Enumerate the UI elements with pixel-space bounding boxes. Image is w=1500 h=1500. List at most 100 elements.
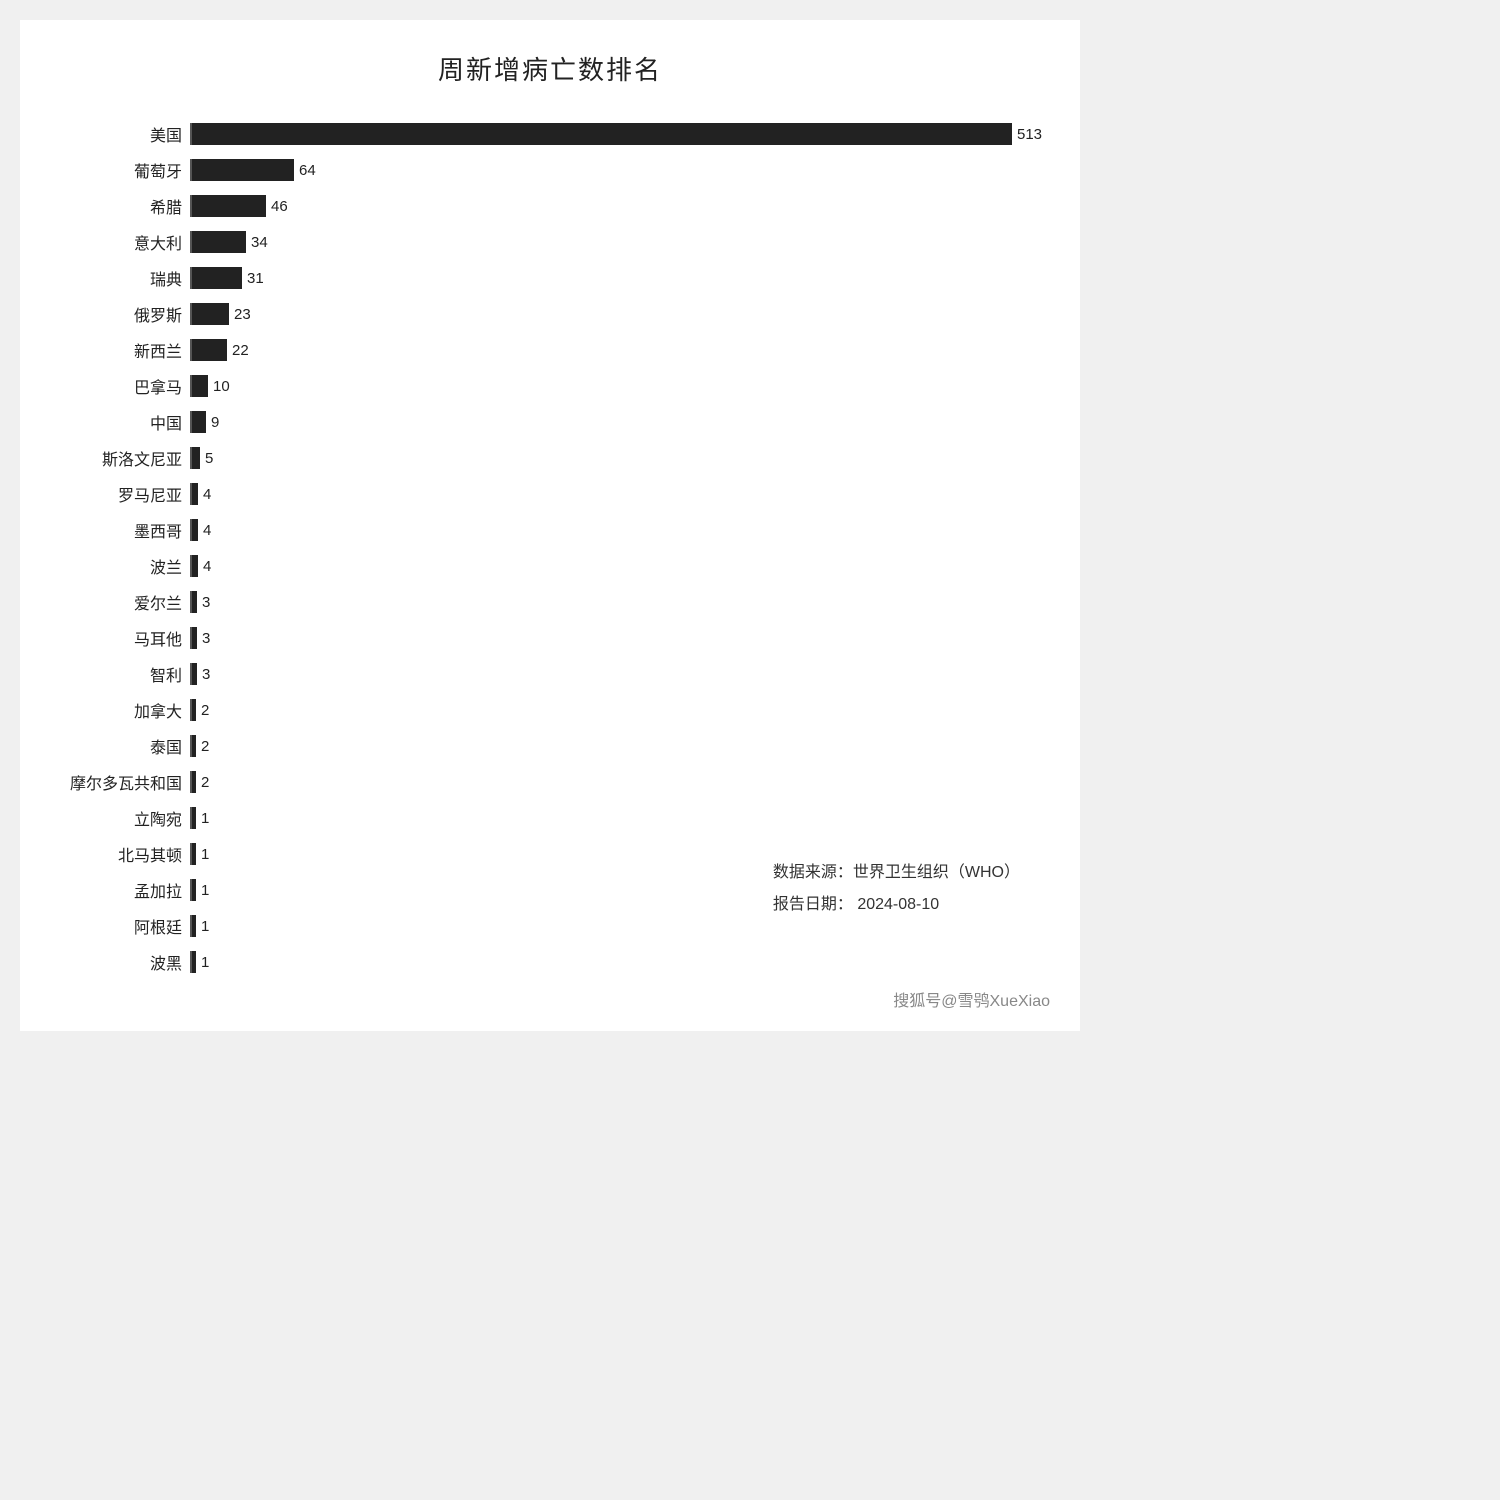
bar-value-label: 1 — [201, 810, 209, 827]
bar-fill — [192, 699, 196, 721]
bar-value-label: 2 — [201, 774, 209, 791]
chart-area: 美国513葡萄牙64希腊46意大利34瑞典31俄罗斯23新西兰22巴拿马10中国… — [60, 117, 1040, 981]
bar-fill — [192, 231, 246, 253]
bar-fill — [192, 303, 229, 325]
bar-track: 1 — [192, 807, 1040, 829]
bar-row: 立陶宛1 — [60, 801, 1040, 835]
country-label: 墨西哥 — [60, 518, 190, 542]
bar-value-label: 2 — [201, 702, 209, 719]
bar-value-label: 513 — [1017, 126, 1042, 143]
bar-fill — [192, 663, 197, 685]
bar-value-label: 46 — [271, 198, 288, 215]
bar-fill — [192, 123, 1012, 145]
country-label: 孟加拉 — [60, 878, 190, 902]
bar-track: 4 — [192, 483, 1040, 505]
country-label: 阿根廷 — [60, 914, 190, 938]
bar-row: 智利3 — [60, 657, 1040, 691]
bar-row: 中国 9 — [60, 405, 1040, 439]
bar-value-label: 4 — [203, 558, 211, 575]
country-label: 罗马尼亚 — [60, 482, 190, 506]
bar-fill — [192, 267, 242, 289]
country-label: 爱尔兰 — [60, 590, 190, 614]
bar-track: 31 — [192, 267, 1040, 289]
source-label1: 数据来源：世界卫生组织（WHO） — [773, 857, 1020, 889]
country-label: 中国 — [60, 410, 190, 434]
bar-fill — [192, 411, 206, 433]
source-label2: 报告日期： 2024-08-10 — [773, 889, 1020, 921]
country-label: 摩尔多瓦共和国 — [60, 770, 190, 794]
bar-track: 64 — [192, 159, 1040, 181]
country-label: 希腊 — [60, 194, 190, 218]
bar-track: 2 — [192, 699, 1040, 721]
bar-track: 513 — [192, 123, 1042, 145]
bar-track: 3 — [192, 627, 1040, 649]
country-label: 瑞典 — [60, 266, 190, 290]
bar-row: 波黑1 — [60, 945, 1040, 979]
country-label: 俄罗斯 — [60, 302, 190, 326]
bar-track: 4 — [192, 519, 1040, 541]
bar-fill — [192, 519, 198, 541]
bar-fill — [192, 879, 196, 901]
country-label: 马耳他 — [60, 626, 190, 650]
bar-track: 9 — [192, 411, 1040, 433]
bar-row: 瑞典 31 — [60, 261, 1040, 295]
bar-track: 22 — [192, 339, 1040, 361]
bar-value-label: 64 — [299, 162, 316, 179]
bar-fill — [192, 951, 196, 973]
bar-fill — [192, 483, 198, 505]
bar-fill — [192, 555, 198, 577]
bar-fill — [192, 627, 197, 649]
bar-fill — [192, 807, 196, 829]
bar-fill — [192, 195, 266, 217]
bar-track: 10 — [192, 375, 1040, 397]
bar-fill — [192, 915, 196, 937]
bar-row: 墨西哥 4 — [60, 513, 1040, 547]
country-label: 北马其顿 — [60, 842, 190, 866]
bar-row: 爱尔兰3 — [60, 585, 1040, 619]
bar-row: 美国 513 — [60, 117, 1040, 151]
bar-track: 34 — [192, 231, 1040, 253]
country-label: 新西兰 — [60, 338, 190, 362]
country-label: 波兰 — [60, 554, 190, 578]
chart-title: 周新增病亡数排名 — [60, 50, 1040, 87]
bar-fill — [192, 447, 200, 469]
bar-value-label: 4 — [203, 522, 211, 539]
bar-fill — [192, 375, 208, 397]
bar-track: 23 — [192, 303, 1040, 325]
chart-container: 周新增病亡数排名 美国513葡萄牙64希腊46意大利34瑞典31俄罗斯23新西兰… — [20, 20, 1080, 1031]
bar-value-label: 4 — [203, 486, 211, 503]
bar-value-label: 9 — [211, 414, 219, 431]
country-label: 斯洛文尼亚 — [60, 446, 190, 470]
bar-track: 46 — [192, 195, 1040, 217]
bar-track: 5 — [192, 447, 1040, 469]
bar-value-label: 5 — [205, 450, 213, 467]
bar-track: 1 — [192, 951, 1040, 973]
bar-row: 意大利 34 — [60, 225, 1040, 259]
bar-value-label: 1 — [201, 918, 209, 935]
bar-row: 斯洛文尼亚 5 — [60, 441, 1040, 475]
bar-fill — [192, 591, 197, 613]
country-label: 泰国 — [60, 734, 190, 758]
bar-value-label: 2 — [201, 738, 209, 755]
bar-row: 巴拿马10 — [60, 369, 1040, 403]
bar-track: 3 — [192, 591, 1040, 613]
country-label: 美国 — [60, 122, 190, 146]
source-info: 数据来源：世界卫生组织（WHO） 报告日期： 2024-08-10 — [773, 857, 1020, 921]
country-label: 意大利 — [60, 230, 190, 254]
bar-value-label: 31 — [247, 270, 264, 287]
bar-fill — [192, 735, 196, 757]
bar-track: 2 — [192, 735, 1040, 757]
bar-value-label: 34 — [251, 234, 268, 251]
watermark: 搜狐号@雪鸮XueXiao — [893, 987, 1050, 1011]
bar-fill — [192, 771, 196, 793]
bar-value-label: 3 — [202, 666, 210, 683]
bar-row: 俄罗斯23 — [60, 297, 1040, 331]
bar-value-label: 1 — [201, 882, 209, 899]
country-label: 巴拿马 — [60, 374, 190, 398]
bar-value-label: 22 — [232, 342, 249, 359]
bar-row: 加拿大2 — [60, 693, 1040, 727]
bar-row: 罗马尼亚 4 — [60, 477, 1040, 511]
bar-row: 泰国 2 — [60, 729, 1040, 763]
bar-track: 3 — [192, 663, 1040, 685]
bar-row: 新西兰 22 — [60, 333, 1040, 367]
